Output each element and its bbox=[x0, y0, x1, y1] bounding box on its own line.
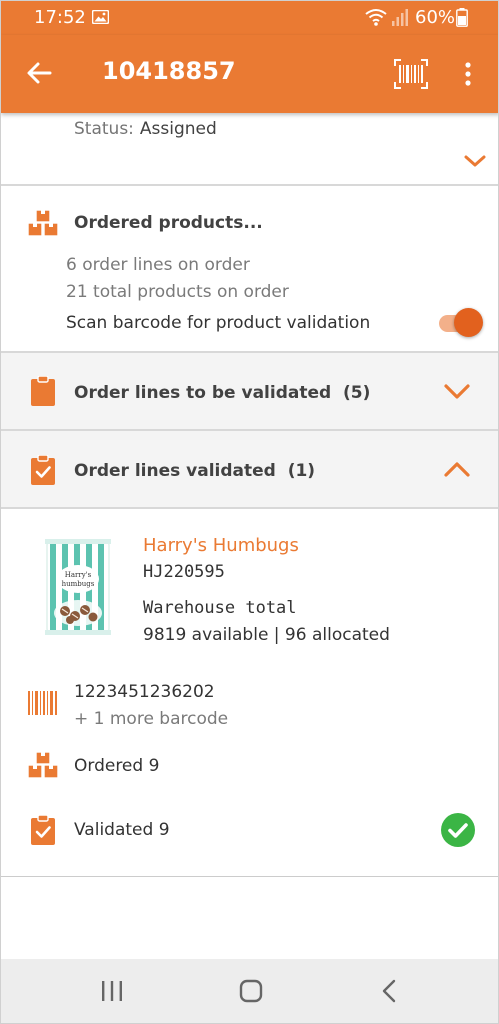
more-barcodes-link[interactable]: + 1 more barcode bbox=[74, 709, 228, 729]
app-screen: 17:52 60% 10418857 Status: Assigned Orde… bbox=[0, 0, 499, 1024]
section-to-validate-count: (5) bbox=[343, 383, 371, 403]
product-barcode: 1223451236202 bbox=[74, 682, 215, 702]
system-nav-bar bbox=[1, 959, 498, 1023]
scan-validation-toggle[interactable] bbox=[437, 308, 483, 338]
barcode-scan-icon[interactable] bbox=[394, 59, 428, 89]
image-icon bbox=[92, 10, 109, 24]
back-arrow-icon[interactable] bbox=[25, 59, 53, 87]
toggle-thumb bbox=[454, 308, 483, 337]
order-lines-count: 6 order lines on order bbox=[66, 255, 250, 275]
chevron-up-icon bbox=[444, 462, 470, 477]
home-icon[interactable] bbox=[239, 979, 263, 1003]
wifi-icon bbox=[365, 9, 387, 26]
boxes-icon bbox=[27, 209, 59, 237]
section-to-validate[interactable]: Order lines to be validated (5) bbox=[1, 353, 498, 429]
boxes-icon bbox=[27, 751, 59, 779]
status-value: Assigned bbox=[139, 119, 217, 139]
product-name-link[interactable]: Harry's Humbugs bbox=[143, 535, 299, 556]
section-to-validate-title: Order lines to be validated (5) bbox=[74, 383, 370, 403]
chevron-down-icon[interactable] bbox=[463, 151, 487, 171]
divider bbox=[1, 876, 498, 877]
ordered-quantity: Ordered 9 bbox=[74, 756, 160, 776]
product-image-caption-line1: Harry's bbox=[65, 571, 92, 579]
clipboard-check-icon bbox=[31, 815, 55, 845]
validated-quantity: Validated 9 bbox=[74, 820, 170, 840]
product-image-caption-line2: humbugs bbox=[62, 580, 95, 588]
app-bar: 10418857 bbox=[1, 35, 498, 113]
status-bar: 17:52 60% bbox=[1, 1, 498, 35]
status-label: Status: bbox=[74, 119, 134, 139]
back-chevron-icon[interactable] bbox=[381, 979, 397, 1003]
warehouse-total-label: Warehouse total bbox=[143, 598, 297, 618]
section-to-validate-label: Order lines to be validated bbox=[74, 383, 332, 403]
divider bbox=[1, 184, 498, 186]
chevron-down-icon bbox=[444, 384, 470, 399]
clipboard-check-icon bbox=[31, 455, 55, 485]
section-validated-label: Order lines validated bbox=[74, 461, 276, 481]
recent-apps-icon[interactable] bbox=[100, 980, 124, 1002]
stock-summary: 9819 available | 96 allocated bbox=[143, 625, 390, 645]
ordered-products-title: Ordered products... bbox=[74, 213, 263, 233]
total-products-count: 21 total products on order bbox=[66, 282, 289, 302]
section-validated[interactable]: Order lines validated (1) bbox=[1, 431, 498, 507]
order-status: Status: Assigned bbox=[74, 119, 217, 139]
product-sku: HJ220595 bbox=[143, 562, 225, 582]
divider bbox=[1, 507, 498, 509]
order-number-title: 10418857 bbox=[102, 57, 236, 85]
check-circle-icon bbox=[441, 813, 475, 847]
barcode-icon bbox=[28, 691, 57, 715]
product-image: Harry's humbugs bbox=[45, 539, 111, 635]
signal-icon bbox=[392, 9, 408, 26]
battery-icon bbox=[456, 8, 468, 27]
clipboard-icon bbox=[31, 376, 55, 406]
scan-validation-label: Scan barcode for product validation bbox=[66, 313, 371, 333]
more-vertical-icon[interactable] bbox=[459, 61, 477, 87]
status-time: 17:52 bbox=[34, 7, 86, 28]
battery-percent: 60% bbox=[415, 7, 456, 28]
section-validated-title: Order lines validated (1) bbox=[74, 461, 315, 481]
section-validated-count: (1) bbox=[287, 461, 316, 481]
